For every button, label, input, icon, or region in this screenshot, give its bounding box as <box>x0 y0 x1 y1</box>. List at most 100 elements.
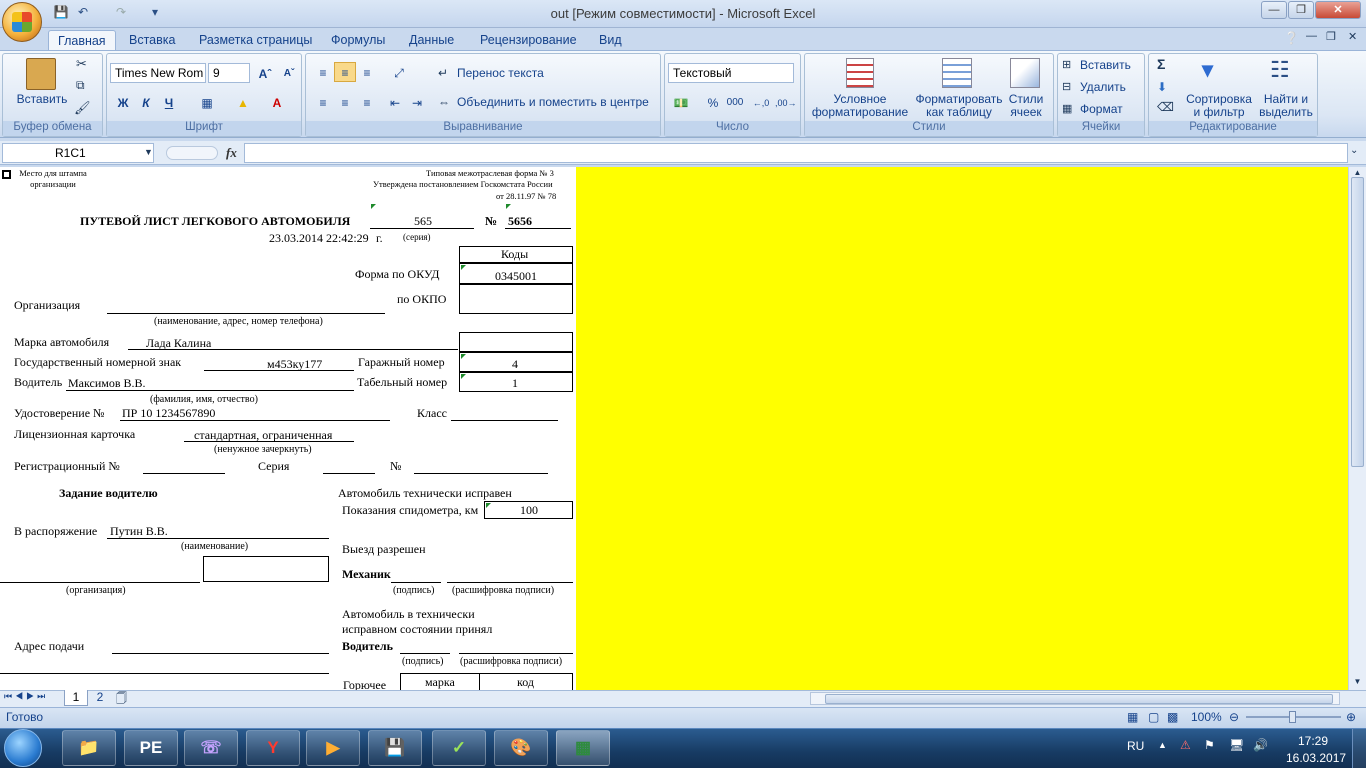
name-box[interactable]: R1C1 <box>2 143 154 163</box>
maximize-button[interactable]: ❐ <box>1288 1 1314 19</box>
copy-icon[interactable]: ⧉ <box>76 78 85 93</box>
tool-app-icon[interactable]: ✓ <box>432 730 486 766</box>
zoom-out-icon[interactable]: ⊖ <box>1229 710 1239 724</box>
increase-decimal-icon[interactable]: ←,0 <box>750 92 772 112</box>
bold-button[interactable]: Ж <box>112 92 134 112</box>
ribbon-restore-icon[interactable]: ❐ <box>1326 30 1336 43</box>
tab-page-layout[interactable]: Разметка страницы <box>190 30 321 50</box>
minimize-button[interactable]: — <box>1261 1 1287 19</box>
ribbon-minimize-icon[interactable]: — <box>1306 30 1317 42</box>
yandex-browser-icon[interactable]: Y <box>246 730 300 766</box>
align-top-icon[interactable]: ≡ <box>312 62 334 82</box>
clock-time[interactable]: 17:29 <box>1298 734 1328 748</box>
vertical-scroll-thumb[interactable] <box>1351 177 1364 467</box>
pe-app-icon[interactable]: PE <box>124 730 178 766</box>
find-select-icon[interactable]: ☷ <box>1270 57 1290 83</box>
conditional-format-icon[interactable] <box>846 58 874 88</box>
find-select-button[interactable]: Найти и выделить <box>1256 93 1316 119</box>
tab-home[interactable]: Главная <box>48 30 116 50</box>
merge-center-button[interactable]: Объединить и поместить в центре <box>457 96 649 109</box>
align-left-icon[interactable]: ≡ <box>312 92 334 112</box>
font-size-combo[interactable]: 9 <box>208 63 250 83</box>
tab-formulas[interactable]: Формулы <box>322 30 394 50</box>
expand-formula-icon[interactable]: ⌄ <box>1350 145 1358 156</box>
thousands-button[interactable]: 000 <box>724 92 746 112</box>
yellow-filled-cells[interactable] <box>576 167 1348 690</box>
increase-indent-icon[interactable]: ⇥ <box>406 92 428 112</box>
grow-font-icon[interactable]: Aˆ <box>254 63 276 83</box>
cut-icon[interactable]: ✂ <box>76 56 87 72</box>
fill-icon[interactable]: ⬇ <box>1157 80 1167 94</box>
name-box-dropdown-icon[interactable]: ▼ <box>144 147 153 157</box>
tray-monitor-icon[interactable]: 🖥 <box>1229 738 1244 752</box>
sheet-tab-1[interactable]: 1 <box>64 690 88 706</box>
decrease-decimal-icon[interactable]: ,00→ <box>774 92 797 112</box>
decrease-indent-icon[interactable]: ⇤ <box>384 92 406 112</box>
zoom-level[interactable]: 100% <box>1191 710 1222 724</box>
excel-taskbar-icon[interactable]: ▦ <box>556 730 610 766</box>
start-button[interactable] <box>4 729 42 767</box>
sheet-nav-icon[interactable]: ⏮◀▶⏭ <box>4 691 48 702</box>
font-name-combo[interactable]: Times New Rom <box>110 63 206 83</box>
paste-icon[interactable] <box>26 58 56 90</box>
zoom-in-icon[interactable]: ⊕ <box>1346 710 1356 724</box>
show-desktop-button[interactable] <box>1352 729 1366 768</box>
currency-icon[interactable]: 💵 <box>670 92 692 112</box>
align-right-icon[interactable]: ≡ <box>356 92 378 112</box>
cell-styles-icon[interactable] <box>1010 58 1040 88</box>
scroll-down-icon[interactable]: ▼ <box>1351 677 1364 686</box>
vertical-scrollbar[interactable]: ▲ ▼ <box>1348 167 1366 690</box>
borders-icon[interactable]: ▦ <box>196 92 218 112</box>
font-color-icon[interactable]: A <box>266 92 288 112</box>
tab-data[interactable]: Данные <box>400 30 463 50</box>
language-indicator[interactable]: RU <box>1127 739 1144 753</box>
wrap-text-button[interactable]: Перенос текста <box>457 67 544 80</box>
scroll-up-icon[interactable]: ▲ <box>1351 168 1364 177</box>
underline-button[interactable]: Ч <box>158 92 180 112</box>
format-table-icon[interactable] <box>942 58 972 88</box>
zoom-slider-thumb[interactable] <box>1289 711 1296 723</box>
align-center-icon[interactable]: ≡ <box>334 92 356 112</box>
fill-color-icon[interactable]: ▲ <box>232 92 254 112</box>
tray-volume-icon[interactable]: 🔊 <box>1253 738 1268 752</box>
paint-icon[interactable]: 🎨 <box>494 730 548 766</box>
normal-view-icon[interactable]: ▦ <box>1127 710 1138 724</box>
tray-expand-icon[interactable]: ▲ <box>1158 740 1167 750</box>
sort-filter-icon[interactable]: ▾ <box>1202 57 1213 83</box>
ribbon-close-icon[interactable]: ✕ <box>1348 30 1357 43</box>
delete-cells-button[interactable]: Удалить <box>1080 81 1126 94</box>
format-table-button[interactable]: Форматировать как таблицу <box>914 93 1004 119</box>
italic-button[interactable]: К <box>135 92 157 112</box>
align-bottom-icon[interactable]: ≡ <box>356 62 378 82</box>
viber-icon[interactable]: ☏ <box>184 730 238 766</box>
paste-button[interactable]: Вставить <box>12 93 72 106</box>
horizontal-scroll-thumb[interactable] <box>825 694 1333 704</box>
horizontal-scrollbar[interactable] <box>810 692 1340 705</box>
worksheet-area[interactable]: Место для штампа организации Типовая меж… <box>0 167 576 690</box>
sheet-tab-2[interactable]: 2 <box>89 690 111 706</box>
media-player-icon[interactable]: ▶ <box>306 730 360 766</box>
formula-input[interactable] <box>244 143 1348 163</box>
insert-function-icon[interactable]: fx <box>226 145 237 161</box>
close-button[interactable]: ✕ <box>1315 1 1361 19</box>
align-middle-icon[interactable]: ≡ <box>334 62 356 82</box>
page-layout-view-icon[interactable]: ▢ <box>1148 710 1159 724</box>
conditional-format-button[interactable]: Условное форматирование <box>808 93 912 119</box>
clear-icon[interactable]: ⌫ <box>1157 100 1174 114</box>
tray-flag-icon[interactable]: ⚑ <box>1204 738 1215 752</box>
tray-network-icon[interactable]: ⚠ <box>1180 738 1191 752</box>
explorer-icon[interactable]: 📁 <box>62 730 116 766</box>
shrink-font-icon[interactable]: Aˇ <box>278 63 300 83</box>
format-cells-button[interactable]: Формат <box>1080 103 1123 116</box>
tab-view[interactable]: Вид <box>590 30 631 50</box>
insert-cells-button[interactable]: Вставить <box>1080 59 1131 72</box>
cell-styles-button[interactable]: Стили ячеек <box>1004 93 1048 119</box>
orientation-icon[interactable]: ⤢ <box>388 62 410 82</box>
tab-insert[interactable]: Вставка <box>120 30 184 50</box>
office-button[interactable] <box>2 2 42 42</box>
help-icon[interactable]: ❔ <box>1284 31 1299 45</box>
format-painter-icon[interactable]: 🖌 <box>74 100 91 116</box>
tab-review[interactable]: Рецензирование <box>471 30 586 50</box>
number-format-combo[interactable]: Текстовый <box>668 63 794 83</box>
sort-filter-button[interactable]: Сортировка и фильтр <box>1184 93 1254 119</box>
